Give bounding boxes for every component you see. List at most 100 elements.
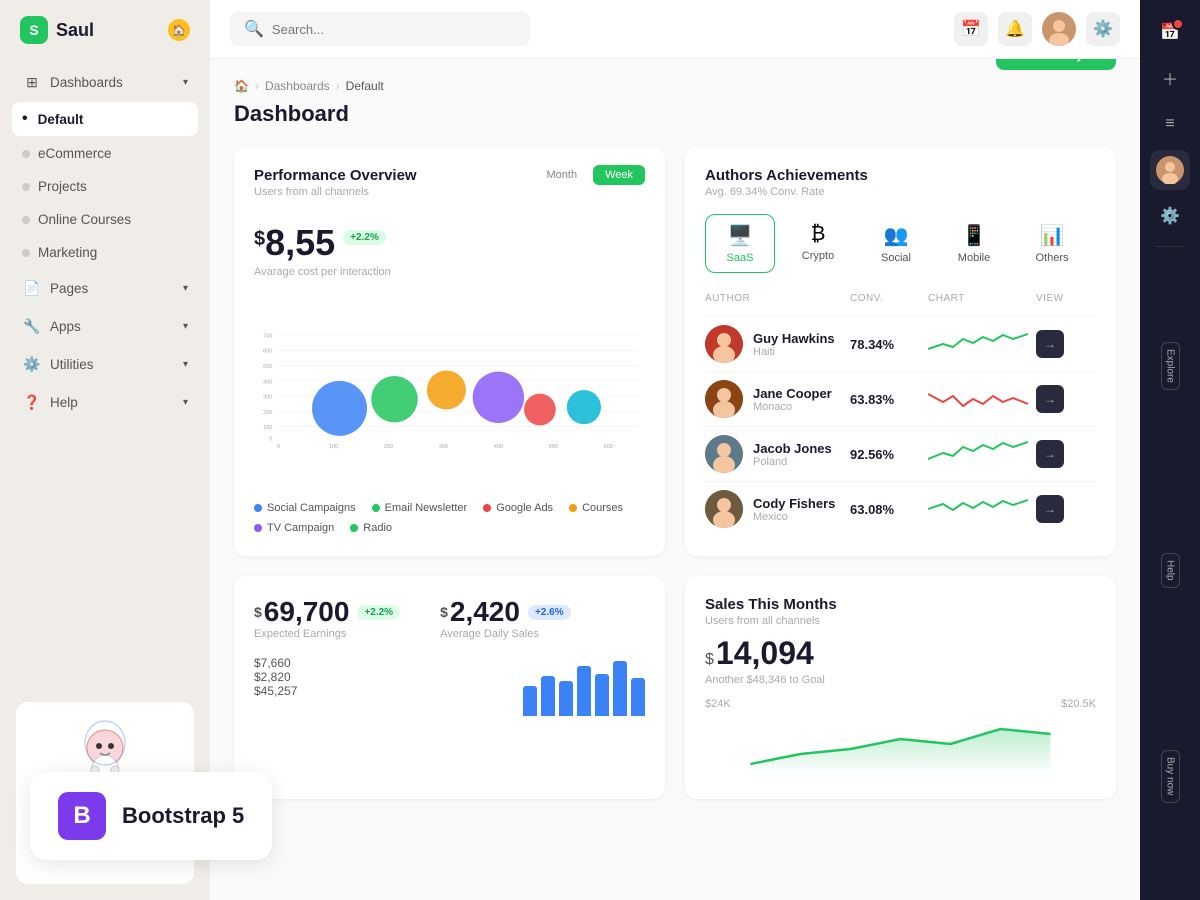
bar-1 (523, 686, 537, 716)
others-icon: 📊 (1040, 223, 1065, 248)
table-header: AUTHOR CONV. CHART VIEW (705, 289, 1096, 308)
tab-week[interactable]: Week (593, 165, 645, 185)
legend-radio: Radio (350, 522, 392, 534)
author-tab-crypto[interactable]: ₿ Crypto (783, 214, 853, 273)
apps-icon: 🔧 (22, 316, 42, 336)
authors-table: AUTHOR CONV. CHART VIEW (705, 289, 1096, 536)
default-label: Default (38, 112, 84, 127)
apps-chevron: ▾ (183, 321, 188, 332)
earnings-badge: +2.2% (357, 605, 400, 620)
earnings-card: $ 69,700 +2.2% Expected Earnings $ 2,420… (234, 576, 665, 799)
breadcrumb-home-icon: 🏠 (234, 79, 249, 93)
conv-cody: 63.08% (850, 502, 920, 517)
view-btn-guy[interactable]: → (1036, 330, 1064, 358)
sidebar-item-projects[interactable]: Projects (12, 171, 198, 202)
authors-card: Authors Achievements Avg. 69.34% Conv. R… (685, 147, 1116, 556)
marketing-label: Marketing (38, 245, 97, 260)
avatar-cody (705, 490, 743, 528)
rp-menu-icon[interactable]: ≡ (1150, 104, 1190, 144)
authors-subtitle: Avg. 69.34% Conv. Rate (705, 186, 1096, 198)
help-icon: ❓ (22, 392, 42, 412)
content-area: 🏠 › Dashboards › Default Dashboard Creat… (210, 59, 1140, 900)
sidebar-item-default[interactable]: Default (12, 102, 198, 136)
online-courses-label: Online Courses (38, 212, 131, 227)
view-btn-jane[interactable]: → (1036, 385, 1064, 413)
sales-amount-3: $45,257 (254, 684, 297, 698)
search-box[interactable]: 🔍 (230, 12, 530, 46)
dashboards-chevron: ▾ (183, 77, 188, 88)
search-input[interactable] (272, 22, 516, 37)
svg-text:300: 300 (263, 395, 272, 401)
col-conv: CONV. (850, 293, 920, 304)
utilities-icon: ⚙️ (22, 354, 42, 374)
conv-guy: 78.34% (850, 337, 920, 352)
view-btn-jacob[interactable]: → (1036, 440, 1064, 468)
avatar-jacob (705, 435, 743, 473)
performance-metric-label: Avarage cost per interaction (254, 266, 645, 278)
author-tab-mobile[interactable]: 📱 Mobile (939, 214, 1009, 273)
marketing-dot (22, 249, 30, 257)
sales-title: Sales This Months (705, 596, 1096, 613)
earnings-value: 69,700 (264, 596, 350, 628)
earnings-label: Expected Earnings (254, 628, 400, 640)
view-btn-cody[interactable]: → (1036, 495, 1064, 523)
legend-tv: TV Campaign (254, 522, 334, 534)
author-tab-social[interactable]: 👥 Social (861, 214, 931, 273)
pages-label: Pages (50, 281, 88, 296)
sidebar-item-pages[interactable]: 📄 Pages ▾ (12, 270, 198, 306)
sidebar-item-help[interactable]: ❓ Help ▾ (12, 384, 198, 420)
sales-card: Sales This Months Users from all channel… (685, 576, 1116, 799)
rp-explore-btn[interactable]: Explore (1161, 342, 1180, 390)
sidebar-item-dashboards[interactable]: ⊞ Dashboards ▾ (12, 64, 198, 100)
performance-title: Performance Overview (254, 167, 417, 184)
mini-chart-jane (928, 384, 1028, 414)
topbar: 🔍 📅 🔔 ⚙️ (210, 0, 1140, 59)
sidebar-item-utilities[interactable]: ⚙️ Utilities ▾ (12, 346, 198, 382)
author-tab-others[interactable]: 📊 Others (1017, 214, 1087, 273)
author-name-cody: Cody Fishers (753, 496, 835, 511)
search-icon: 🔍 (244, 19, 264, 39)
topbar-notification-icon[interactable]: 🔔 (998, 12, 1032, 46)
rp-avatar-icon[interactable] (1150, 150, 1190, 190)
topbar-right: 📅 🔔 ⚙️ (954, 12, 1120, 46)
svg-text:400: 400 (263, 379, 272, 385)
bootstrap-text: Bootstrap 5 (122, 803, 244, 829)
right-panel: 📅 ＋ ≡ ⚙️ Explore Help Buy now (1140, 0, 1200, 900)
tab-month[interactable]: Month (535, 165, 590, 185)
rp-calendar-icon[interactable]: 📅 (1150, 12, 1190, 52)
breadcrumb-parent[interactable]: Dashboards (265, 79, 330, 93)
utilities-label: Utilities (50, 357, 94, 372)
topbar-settings-icon[interactable]: ⚙️ (1086, 12, 1120, 46)
rp-help-btn[interactable]: Help (1161, 553, 1180, 588)
sales-amount-1: $7,660 (254, 656, 297, 670)
svg-text:500: 500 (263, 364, 272, 370)
mini-chart-jacob (928, 439, 1028, 469)
author-tab-saas[interactable]: 🖥️ SaaS (705, 214, 775, 273)
sidebar-item-ecommerce[interactable]: eCommerce (12, 138, 198, 169)
sidebar-item-online-courses[interactable]: Online Courses (12, 204, 198, 235)
rp-buy-btn[interactable]: Buy now (1161, 750, 1180, 802)
header-actions: 🏠 › Dashboards › Default Dashboard Creat… (234, 79, 1116, 147)
legend-email: Email Newsletter (372, 502, 468, 514)
projects-label: Projects (38, 179, 87, 194)
topbar-calendar-icon[interactable]: 📅 (954, 12, 988, 46)
svg-text:500: 500 (549, 444, 558, 450)
rp-add-icon[interactable]: ＋ (1150, 58, 1190, 98)
author-loc-guy: Haiti (753, 346, 835, 358)
daily-sales-badge: +2.6% (528, 605, 571, 620)
create-project-button[interactable]: Create Project (996, 59, 1116, 70)
author-loc-jane: Monaco (753, 401, 832, 413)
crypto-icon: ₿ (811, 223, 826, 246)
breadcrumb-current: Default (346, 79, 384, 93)
sidebar-item-apps[interactable]: 🔧 Apps ▾ (12, 308, 198, 344)
rp-settings-icon[interactable]: ⚙️ (1150, 196, 1190, 236)
topbar-avatar[interactable] (1042, 12, 1076, 46)
ecommerce-label: eCommerce (38, 146, 112, 161)
sidebar: S Saul 🏠 ⊞ Dashboards ▾ Default eCommerc… (0, 0, 210, 900)
performance-subtitle: Users from all channels (254, 186, 417, 198)
avatar-guy (705, 325, 743, 363)
chart-legend: Social Campaigns Email Newsletter Google… (254, 502, 645, 534)
author-name-guy: Guy Hawkins (753, 331, 835, 346)
svg-text:300: 300 (439, 444, 448, 450)
sidebar-item-marketing[interactable]: Marketing (12, 237, 198, 268)
